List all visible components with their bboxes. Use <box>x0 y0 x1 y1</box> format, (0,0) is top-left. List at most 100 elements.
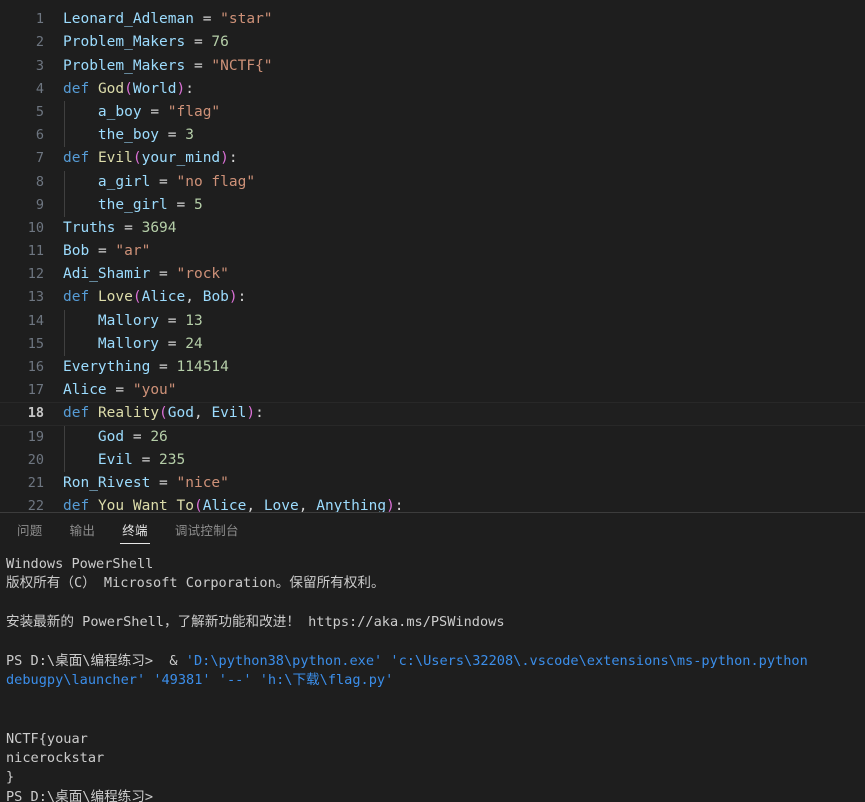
code-token-op: = <box>159 359 168 375</box>
code-token-op: = <box>159 266 168 283</box>
code-token-var: God <box>167 405 194 422</box>
code-token-num: 5 <box>193 196 203 213</box>
terminal-output[interactable]: Windows PowerShell 版权所有（C） Microsoft Corp… <box>0 548 865 802</box>
line-number: 7 <box>35 150 44 167</box>
code-line[interactable]: 2 Problem_Makers = 76 <box>0 31 865 54</box>
code-token-fn: God <box>97 80 125 97</box>
code-line[interactable]: 14 Mallory = 13 <box>0 309 865 333</box>
code-line-text: Everything = 114514 <box>63 356 229 379</box>
code-line[interactable]: 18 def Reality(God, Evil): <box>0 402 865 426</box>
code-token-op: = <box>167 335 177 352</box>
tab-output[interactable]: 输出 <box>61 513 105 548</box>
code-line-text: Problem_Makers = 76 <box>63 31 229 54</box>
code-token-var: the_girl <box>97 196 168 213</box>
code-line[interactable]: 22 def You_Want_To(Alice, Love, Anything)… <box>0 495 865 512</box>
code-line[interactable]: 10 Truths = 3694 <box>0 217 865 240</box>
code-token-str: "star" <box>220 11 273 28</box>
code-token-str: "no flag" <box>176 173 256 190</box>
code-line[interactable]: 4 def God(World): <box>0 78 865 101</box>
code-token-var: Bob <box>202 289 229 306</box>
code-token-var: Everything <box>63 359 151 375</box>
code-token-str: "NCTF{" <box>211 57 273 74</box>
line-number: 13 <box>27 289 44 306</box>
code-token-punc: : <box>237 289 247 306</box>
code-line[interactable]: 13 def Love(Alice, Bob): <box>0 286 865 309</box>
code-line-text: a_boy = "flag" <box>63 101 220 124</box>
terminal-text: } <box>6 769 15 786</box>
code-line[interactable]: 1 Leonard_Adleman = "star" <box>0 8 865 31</box>
terminal-line: Windows PowerShell <box>6 555 865 574</box>
terminal-text: PS D:\桌面\编程练习> <box>6 788 154 802</box>
code-editor[interactable]: 1 Leonard_Adleman = "star" 2 Problem_Makers… <box>0 0 865 512</box>
code-line[interactable]: 3 Problem_Makers = "NCTF{" <box>0 55 865 78</box>
code-token-op: = <box>176 196 186 213</box>
code-token-op: = <box>97 243 107 260</box>
code-token-var: Mallory <box>97 312 160 329</box>
code-line[interactable]: 8 a_girl = "no flag" <box>0 170 865 194</box>
code-line[interactable] <box>0 0 865 8</box>
tab-problems[interactable]: 问题 <box>8 513 52 548</box>
code-token-op: = <box>150 103 160 120</box>
code-token-num: 13 <box>185 312 203 329</box>
line-number: 5 <box>35 103 44 120</box>
code-line[interactable]: 6 the_boy = 3 <box>0 124 865 148</box>
code-line[interactable]: 9 the_girl = 5 <box>0 193 865 217</box>
code-token-punc: : <box>185 80 194 97</box>
code-token-num: 3 <box>185 127 194 144</box>
code-lines-container: 1 Leonard_Adleman = "star" 2 Problem_Makers… <box>0 0 865 512</box>
panel-tab-bar: 问题 输出 终端 调试控制台 <box>0 513 865 548</box>
code-token-op: = <box>115 382 125 399</box>
code-line[interactable]: 5 a_boy = "flag" <box>0 100 865 125</box>
terminal-text: 版权所有（C） Microsoft Corporation。保留所有权利。 <box>6 575 385 592</box>
code-line[interactable]: 11 Bob = "ar" <box>0 240 865 263</box>
terminal-line: 版权所有（C） Microsoft Corporation。保留所有权利。 <box>6 574 865 593</box>
code-line[interactable]: 20 Evil = 235 <box>0 448 865 472</box>
code-token-punc: , <box>185 289 194 306</box>
terminal-text: 安装最新的 PowerShell，了解新功能和改进！ https://aka.m… <box>6 614 505 631</box>
terminal-line: nicerockstar <box>6 749 865 768</box>
code-token-fn: Evil <box>97 150 133 167</box>
code-line[interactable]: 17 Alice = "you" <box>0 379 865 402</box>
code-token-kw: def <box>63 80 90 97</box>
code-line-text: def Love(Alice, Bob): <box>63 286 246 309</box>
terminal-text: 'D:\python38\python.exe' 'c:\Users\32208… <box>185 652 808 669</box>
code-line[interactable]: 19 God = 26 <box>0 425 865 449</box>
code-line[interactable]: 12 Adi_Shamir = "rock" <box>0 263 865 286</box>
code-token-kw: def <box>63 405 90 422</box>
code-line[interactable]: 15 Mallory = 24 <box>0 332 865 356</box>
code-token-str: "rock" <box>176 266 229 283</box>
terminal-line: NCTF{youar <box>6 730 865 749</box>
code-line-text: Problem_Makers = "NCTF{" <box>63 55 273 78</box>
code-line[interactable]: 21 Ron_Rivest = "nice" <box>0 472 865 495</box>
line-number: 6 <box>35 127 44 144</box>
code-line-text: def God(World): <box>63 78 194 101</box>
tab-terminal[interactable]: 终端 <box>113 513 157 548</box>
code-token-op: = <box>141 451 151 468</box>
terminal-line: 安装最新的 PowerShell，了解新功能和改进！ https://aka.m… <box>6 613 865 632</box>
line-number: 10 <box>27 219 44 236</box>
code-token-str: "flag" <box>167 103 221 120</box>
code-token-num: 235 <box>159 451 186 468</box>
code-line[interactable]: 16 Everything = 114514 <box>0 356 865 379</box>
code-line[interactable]: 7 def Evil(your_mind): <box>0 147 865 170</box>
code-token-str: "ar" <box>115 243 151 260</box>
code-token-var: Adi_Shamir <box>63 266 151 283</box>
tab-debug-console[interactable]: 调试控制台 <box>166 513 248 548</box>
code-token-op: = <box>159 173 168 190</box>
